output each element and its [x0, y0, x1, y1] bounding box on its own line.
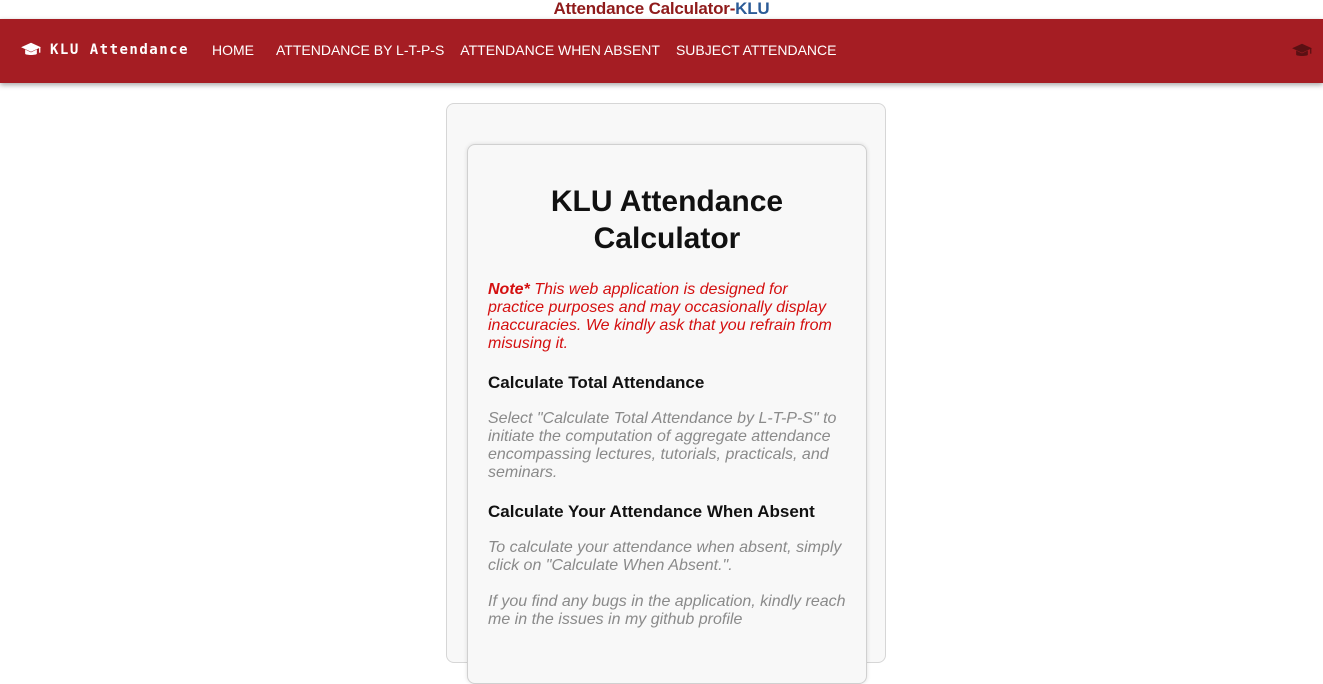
graduation-cap-icon[interactable] — [1291, 42, 1313, 60]
brand-link[interactable]: KLU Attendance — [20, 41, 189, 59]
navbar: KLU Attendance HOME ATTENDANCE BY L-T-P-… — [0, 19, 1323, 83]
nav-links: HOME ATTENDANCE BY L-T-P-S ATTENDANCE WH… — [212, 42, 852, 58]
absent-attendance-heading: Calculate Your Attendance When Absent — [488, 502, 815, 521]
total-attendance-description: Select "Calculate Total Attendance by L-… — [488, 410, 837, 481]
disclaimer-note: Note* This web application is designed f… — [488, 281, 846, 353]
nav-link-attendance-absent[interactable]: ATTENDANCE WHEN ABSENT — [460, 42, 660, 58]
page-title: KLU Attendance Calculator — [550, 185, 784, 255]
note-text: This web application is designed for pra… — [488, 281, 832, 352]
note-label: Note* — [488, 281, 530, 298]
outer-card: KLU Attendance Calculator Note* This web… — [446, 103, 886, 684]
brand-name: KLU Attendance — [50, 42, 190, 58]
site-title-banner: Attendance Calculator-KLU — [0, 0, 1323, 19]
graduation-cap-icon — [21, 42, 41, 55]
absent-attendance-description: To calculate your attendance when absent… — [488, 539, 842, 574]
site-title-main: Attendance Calculator- — [553, 0, 736, 18]
total-attendance-heading: Calculate Total Attendance — [488, 373, 705, 392]
nav-link-attendance-ltps[interactable]: ATTENDANCE BY L-T-P-S — [276, 42, 444, 58]
nav-link-home[interactable]: HOME — [212, 42, 254, 58]
info-card: KLU Attendance Calculator Note* This web… — [467, 144, 867, 684]
nav-link-subject-attendance[interactable]: SUBJECT ATTENDANCE — [676, 42, 837, 58]
bug-report-text: If you find any bugs in the application,… — [488, 593, 846, 628]
site-title-accent: KLU — [735, 0, 770, 18]
